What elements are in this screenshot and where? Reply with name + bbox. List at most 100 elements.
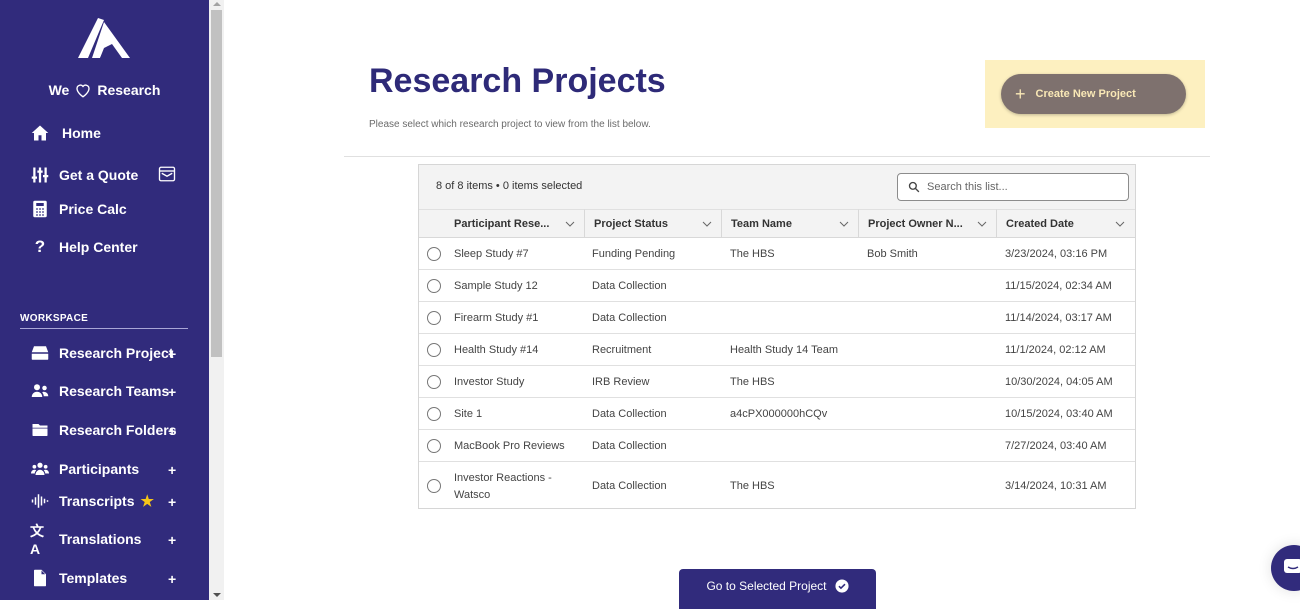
tagline-pre: We [48, 82, 70, 98]
sidebar-item-label: Transcripts [59, 493, 135, 509]
sidebar-item-label: Price Calc [59, 201, 127, 217]
sidebar-scrollbar[interactable] [209, 0, 224, 600]
scroll-thumb[interactable] [211, 10, 222, 357]
row-select-radio[interactable] [427, 439, 441, 453]
sidebar-item-participants[interactable]: Participants [30, 459, 139, 479]
column-label: Project Status [594, 217, 668, 230]
cell-status: Data Collection [592, 440, 667, 452]
workspace-label: WORKSPACE [20, 313, 89, 324]
cell-name: Health Study #14 [454, 344, 539, 356]
row-select-radio[interactable] [427, 343, 441, 357]
chat-launcher-button[interactable] [1271, 545, 1300, 591]
scroll-up-arrow-icon[interactable] [213, 2, 221, 6]
cell-created: 11/14/2024, 03:17 AM [1005, 312, 1112, 324]
sidebar-item-label: Help Center [59, 239, 138, 255]
page-subtitle: Please select which research project to … [369, 119, 651, 130]
cell-created: 7/27/2024, 03:40 AM [1005, 440, 1107, 452]
chevron-down-icon[interactable] [1115, 221, 1125, 227]
table-row[interactable]: Health Study #14 Recruitment Health Study … [419, 334, 1135, 366]
cell-name: Sample Study 12 [454, 280, 538, 292]
sidebar-item-templates[interactable]: Templates [30, 568, 127, 588]
cell-name: Investor Study [454, 376, 525, 388]
row-select-radio[interactable] [427, 407, 441, 421]
chevron-down-icon[interactable] [839, 221, 849, 227]
sidebar-item-label: Get a Quote [59, 167, 139, 183]
cell-owner: Bob Smith [867, 248, 918, 260]
header-divider [344, 156, 1210, 157]
row-select-radio[interactable] [427, 279, 441, 293]
chevron-down-icon[interactable] [977, 221, 987, 227]
sliders-icon [30, 165, 50, 185]
cell-name: Investor Reactions - Watsco [454, 472, 552, 501]
go-to-selected-project-button[interactable]: Go to Selected Project [679, 569, 876, 609]
column-header-project-owner[interactable]: Project Owner N... [858, 209, 997, 238]
sidebar-item-price-calc[interactable]: Price Calc [30, 199, 127, 219]
column-header-participant-research[interactable]: Participant Rese... [419, 209, 585, 238]
column-header-team-name[interactable]: Team Name [721, 209, 859, 238]
column-header-project-status[interactable]: Project Status [584, 209, 722, 238]
add-research-team-button[interactable]: + [168, 384, 176, 400]
row-select-radio[interactable] [427, 375, 441, 389]
users-icon [30, 381, 50, 401]
add-research-folder-button[interactable]: + [168, 423, 176, 439]
sidebar-item-help-center[interactable]: ? Help Center [30, 237, 138, 257]
cell-name: Site 1 [454, 408, 483, 420]
column-label: Team Name [731, 217, 792, 230]
sidebar-item-home[interactable]: Home [30, 123, 101, 143]
add-transcript-button[interactable]: + [168, 494, 176, 510]
row-select-radio[interactable] [427, 311, 441, 325]
search-input[interactable] [927, 181, 1117, 193]
sidebar-item-label: Templates [59, 570, 128, 586]
table-row[interactable]: Investor Study IRB Review The HBS 10/30/202… [419, 366, 1135, 398]
sidebar-item-research-teams[interactable]: Research Teams [30, 381, 169, 401]
add-research-project-button[interactable]: + [168, 346, 176, 362]
table-row[interactable]: Sample Study 12 Data Collection 11/15/2024… [419, 270, 1135, 302]
table-row[interactable]: Site 1 Data Collection a4cPX000000hCQv 10/1… [419, 398, 1135, 430]
item-count: 8 of 8 items • 0 items selected [436, 180, 583, 192]
tagline: We Research [0, 81, 209, 99]
projects-table: 8 of 8 items • 0 items selected Particip… [418, 164, 1136, 509]
cell-status: Data Collection [592, 280, 667, 292]
column-label: Project Owner N... [868, 217, 963, 230]
plus-icon: + [1015, 84, 1026, 104]
table-row[interactable]: Sleep Study #7 Funding Pending The HBS Bob … [419, 238, 1135, 270]
add-template-button[interactable]: + [168, 571, 176, 587]
sidebar-item-label: Research Teams [59, 383, 170, 399]
home-icon [30, 123, 50, 143]
people-group-icon [30, 459, 50, 479]
heart-icon [76, 84, 91, 98]
search-field[interactable] [897, 173, 1129, 201]
create-new-project-button[interactable]: + Create New Project [1001, 74, 1186, 114]
add-translation-button[interactable]: + [168, 532, 176, 548]
row-select-radio[interactable] [427, 247, 441, 261]
sidebar: We Research Home Get a Quote Price Calc … [0, 0, 209, 600]
cell-team: The HBS [730, 376, 775, 388]
table-row[interactable]: Firearm Study #1 Data Collection 11/14/202… [419, 302, 1135, 334]
scroll-down-arrow-icon[interactable] [213, 593, 221, 597]
sidebar-item-label: Home [62, 125, 101, 141]
sidebar-item-translations[interactable]: 文A Translations [30, 523, 141, 557]
cell-team: a4cPX000000hCQv [730, 408, 828, 420]
sidebar-item-get-a-quote[interactable]: Get a Quote [30, 165, 138, 185]
cell-status: Funding Pending [592, 248, 676, 260]
column-label: Created Date [1006, 217, 1074, 230]
cell-status: Data Collection [592, 312, 667, 324]
create-button-label: Create New Project [1035, 88, 1136, 100]
column-header-created-date[interactable]: Created Date [996, 209, 1135, 238]
chat-icon [1284, 559, 1300, 573]
table-row[interactable]: MacBook Pro Reviews Data Collection 7/27/2… [419, 430, 1135, 462]
sidebar-item-research-project[interactable]: Research Project [30, 343, 173, 363]
cell-team: The HBS [730, 248, 775, 260]
add-participant-button[interactable]: + [168, 462, 176, 478]
row-select-radio[interactable] [427, 479, 441, 493]
sidebar-item-transcripts[interactable]: Transcripts ★ [30, 491, 154, 511]
cell-status: Recruitment [592, 344, 652, 356]
sidebar-item-research-folders[interactable]: Research Folders [30, 420, 177, 440]
chevron-down-icon[interactable] [565, 221, 575, 227]
chevron-down-icon[interactable] [702, 221, 712, 227]
drive-icon [30, 343, 50, 363]
table-row[interactable]: Investor Reactions - Watsco Data Collecti… [419, 462, 1135, 510]
cell-name: MacBook Pro Reviews [454, 440, 565, 452]
wallet-icon[interactable] [158, 165, 176, 183]
star-icon: ★ [140, 493, 154, 510]
